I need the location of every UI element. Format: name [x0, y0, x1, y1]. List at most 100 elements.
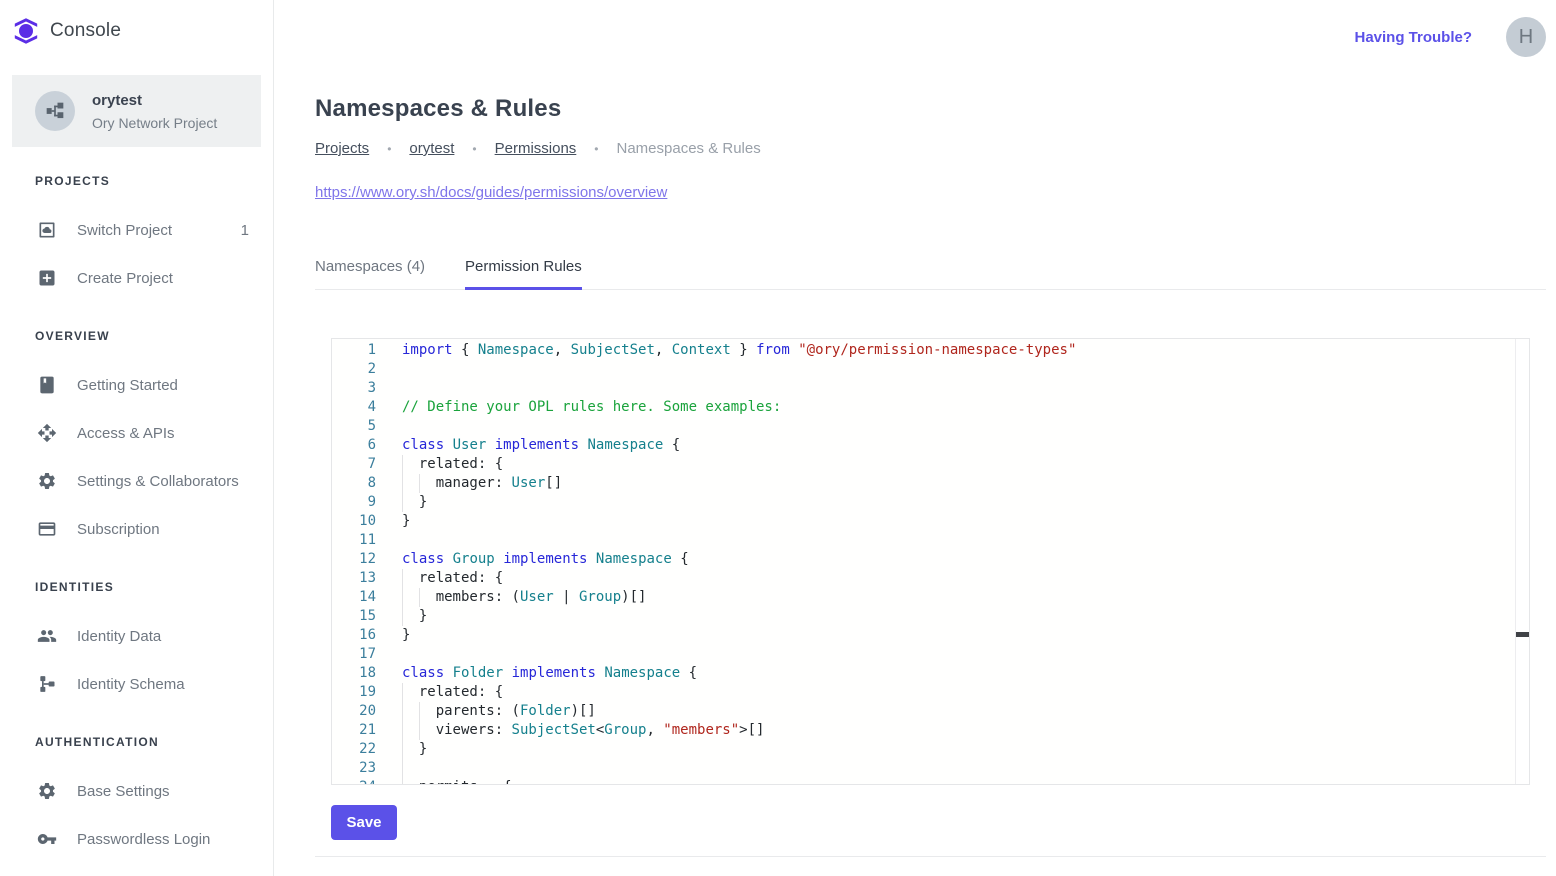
tab-permission-rules[interactable]: Permission Rules [465, 258, 582, 289]
indent-guide [402, 740, 419, 759]
indent-guide [402, 569, 419, 588]
sidebar-item-identity-schema[interactable]: Identity Schema [0, 660, 273, 708]
sidebar-item-switch-project[interactable]: Switch Project1 [0, 206, 273, 254]
create-project-icon [35, 268, 59, 288]
line-number: 1 [332, 341, 376, 360]
user-avatar[interactable]: H [1506, 17, 1546, 57]
permissions-card: Namespaces (4) Permission Rules 1import … [315, 258, 1546, 857]
sidebar-nav: PROJECTSSwitch Project1Create ProjectOVE… [0, 174, 273, 863]
sidebar-item-label: Identity Data [77, 628, 161, 645]
code-area[interactable]: 1import { Namespace, SubjectSet, Context… [332, 339, 1515, 784]
project-selector[interactable]: orytest Ory Network Project [12, 75, 261, 147]
indent-guide [402, 455, 419, 474]
sidebar-item-passwordless-login[interactable]: Passwordless Login [0, 815, 273, 863]
sidebar-item-label: Switch Project [77, 222, 172, 239]
sidebar-item-label: Base Settings [77, 783, 170, 800]
sidebar-item-subscription[interactable]: Subscription [0, 505, 273, 553]
help-link[interactable]: Having Trouble? [1354, 29, 1472, 46]
line-number: 9 [332, 493, 376, 512]
line-number: 11 [332, 531, 376, 550]
sidebar-item-getting-started[interactable]: Getting Started [0, 361, 273, 409]
line-number: 19 [332, 683, 376, 702]
code-line: 9} [332, 493, 1515, 512]
section-header-authentication: AUTHENTICATION [35, 735, 273, 749]
schema-icon [35, 674, 59, 694]
scrollbar-thumb[interactable] [1516, 632, 1529, 637]
indent-guide [402, 778, 419, 784]
indent-guide [402, 759, 419, 778]
line-number: 10 [332, 512, 376, 531]
sidebar-item-create-project[interactable]: Create Project [0, 254, 273, 302]
people-icon [35, 626, 59, 646]
line-number: 8 [332, 474, 376, 493]
code-line: 13related: { [332, 569, 1515, 588]
code-line: 17 [332, 645, 1515, 664]
code-line: 18class Folder implements Namespace { [332, 664, 1515, 683]
project-avatar [35, 91, 75, 131]
section-header-projects: PROJECTS [35, 174, 273, 188]
indent-guide [402, 702, 419, 721]
line-number: 15 [332, 607, 376, 626]
breadcrumb-separator: • [387, 142, 391, 156]
breadcrumb-projects[interactable]: Projects [315, 140, 369, 157]
line-number: 16 [332, 626, 376, 645]
code-line: 16} [332, 626, 1515, 645]
breadcrumb-current: Namespaces & Rules [617, 140, 761, 157]
tab-namespaces[interactable]: Namespaces (4) [315, 258, 425, 289]
code-line: 1import { Namespace, SubjectSet, Context… [332, 341, 1515, 360]
line-number: 6 [332, 436, 376, 455]
code-line: 5 [332, 417, 1515, 436]
sidebar-item-label: Getting Started [77, 377, 178, 394]
line-number: 13 [332, 569, 376, 588]
save-button[interactable]: Save [331, 805, 397, 840]
code-line: 7related: { [332, 455, 1515, 474]
sidebar-item-base-settings[interactable]: Base Settings [0, 767, 273, 815]
code-line: 21viewers: SubjectSet<Group, "members">[… [332, 721, 1515, 740]
indent-guide [419, 721, 436, 740]
code-line: 3 [332, 379, 1515, 398]
move-arrows-icon [35, 423, 59, 443]
project-subtitle: Ory Network Project [92, 115, 217, 131]
breadcrumb-permissions[interactable]: Permissions [495, 140, 577, 157]
code-line: 22} [332, 740, 1515, 759]
gear-icon [35, 781, 59, 801]
switch-project-icon [35, 220, 59, 240]
sidebar: Console orytest Ory Network Project PROJ… [0, 0, 274, 876]
code-line: 23 [332, 759, 1515, 778]
code-line: 6class User implements Namespace { [332, 436, 1515, 455]
indent-guide [419, 588, 436, 607]
indent-guide [402, 588, 419, 607]
key-icon [35, 829, 59, 849]
docs-link[interactable]: https://www.ory.sh/docs/guides/permissio… [315, 184, 667, 201]
line-number: 14 [332, 588, 376, 607]
tab-bar: Namespaces (4) Permission Rules [315, 258, 1546, 290]
editor-scrollbar[interactable] [1515, 339, 1529, 784]
indent-guide [402, 607, 419, 626]
sidebar-item-settings-collaborators[interactable]: Settings & Collaborators [0, 457, 273, 505]
code-line: 15} [332, 607, 1515, 626]
ory-logo-icon [13, 18, 39, 44]
topbar: Having Trouble? H [315, 0, 1546, 57]
sidebar-item-access-apis[interactable]: Access & APIs [0, 409, 273, 457]
gear-icon [35, 471, 59, 491]
code-line: 4// Define your OPL rules here. Some exa… [332, 398, 1515, 417]
line-number: 4 [332, 398, 376, 417]
page-title: Namespaces & Rules [315, 95, 1546, 123]
sidebar-item-label: Access & APIs [77, 425, 175, 442]
indent-guide [402, 721, 419, 740]
breadcrumb: Projects • orytest • Permissions • Names… [315, 140, 1546, 157]
sidebar-item-label: Identity Schema [77, 676, 185, 693]
sidebar-item-identity-data[interactable]: Identity Data [0, 612, 273, 660]
line-number: 21 [332, 721, 376, 740]
app-name: Console [50, 20, 121, 42]
line-number: 23 [332, 759, 376, 778]
code-line: 19related: { [332, 683, 1515, 702]
breadcrumb-orytest[interactable]: orytest [409, 140, 454, 157]
sidebar-item-label: Settings & Collaborators [77, 473, 239, 490]
account-tree-icon [45, 101, 65, 121]
line-number: 24 [332, 778, 376, 784]
credit-card-icon [35, 519, 59, 539]
line-number: 17 [332, 645, 376, 664]
indent-guide [419, 474, 436, 493]
indent-guide [402, 683, 419, 702]
